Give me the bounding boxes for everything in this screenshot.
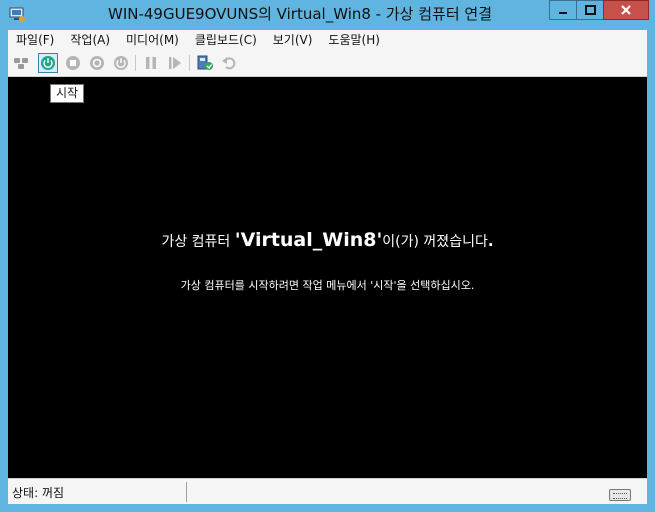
keyboard-icon: [609, 489, 631, 501]
minimize-button[interactable]: [549, 0, 576, 20]
shutdown-button[interactable]: [87, 53, 107, 73]
revert-button[interactable]: [219, 53, 239, 73]
vm-name: 'Virtual_Win8': [234, 229, 383, 251]
shutdown-icon: [90, 56, 104, 70]
menu-clipboard[interactable]: 클립보드(C): [187, 30, 265, 50]
menu-bar: 파일(F) 작업(A) 미디어(M) 클립보드(C) 보기(V) 도움말(H): [8, 30, 647, 50]
ctrl-alt-del-icon: [14, 58, 28, 69]
toolbar: [8, 50, 647, 77]
maximize-icon: [584, 5, 596, 15]
toolbar-separator: [189, 55, 190, 71]
vm-connection-window: WIN-49GUE9OVUNS의 Virtual_Win8 - 가상 컴퓨터 연…: [0, 0, 655, 512]
close-button[interactable]: [603, 0, 649, 20]
checkpoint-button[interactable]: [195, 53, 215, 73]
vm-start-instruction: 가상 컴퓨터를 시작하려면 작업 메뉴에서 '시작'을 선택하십시오.: [180, 279, 475, 292]
vm-off-period: .: [487, 232, 494, 250]
power-icon: [114, 56, 128, 70]
pause-button[interactable]: [141, 53, 161, 73]
vm-display[interactable]: 가상 컴퓨터 'Virtual_Win8'이(가) 꺼졌습니다. 가상 컴퓨터를…: [8, 77, 647, 478]
close-icon: [621, 5, 631, 15]
vm-off-message: 가상 컴퓨터 'Virtual_Win8'이(가) 꺼졌습니다.: [8, 229, 647, 251]
save-state-button[interactable]: [111, 53, 131, 73]
menu-action[interactable]: 작업(A): [62, 30, 118, 50]
menu-file[interactable]: 파일(F): [8, 30, 62, 50]
turn-off-icon: [66, 56, 80, 70]
maximize-button[interactable]: [576, 0, 603, 20]
resume-icon: [169, 57, 181, 69]
status-separator: [186, 482, 187, 502]
menu-help[interactable]: 도움말(H): [320, 30, 388, 50]
title-bar[interactable]: WIN-49GUE9OVUNS의 Virtual_Win8 - 가상 컴퓨터 연…: [0, 0, 655, 30]
status-bar: 상태: 꺼짐: [8, 478, 647, 504]
menu-media[interactable]: 미디어(M): [118, 30, 187, 50]
turn-off-button[interactable]: [63, 53, 83, 73]
vm-connection-app-icon: [9, 7, 25, 22]
revert-icon: [222, 57, 236, 70]
minimize-icon: [559, 12, 567, 14]
resume-button[interactable]: [165, 53, 185, 73]
checkpoint-icon: [197, 55, 213, 70]
window-title: WIN-49GUE9OVUNS의 Virtual_Win8 - 가상 컴퓨터 연…: [107, 5, 492, 23]
start-button[interactable]: [38, 53, 58, 73]
start-tooltip: 시작: [50, 84, 85, 103]
vm-off-prefix: 가상 컴퓨터: [161, 234, 235, 250]
pause-icon: [146, 57, 156, 69]
status-text: 상태: 꺼짐: [12, 486, 65, 500]
ctrl-alt-del-button[interactable]: [11, 53, 31, 73]
vm-off-suffix: 이(가) 꺼졌습니다: [382, 234, 488, 250]
start-icon: [41, 56, 55, 70]
menu-view[interactable]: 보기(V): [265, 30, 321, 50]
toolbar-separator: [135, 55, 136, 71]
